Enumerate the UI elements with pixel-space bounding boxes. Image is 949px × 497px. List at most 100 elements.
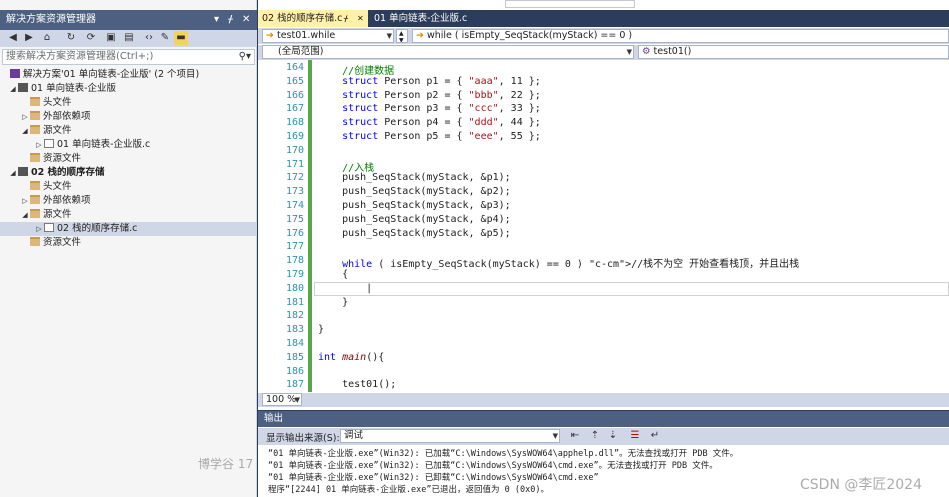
tree-node-sources[interactable]: ◢ 源文件 [20,124,72,138]
line-number: 185 [285,351,304,363]
folder-icon [30,97,40,106]
tree-node-label: 头文件 [43,97,72,108]
block-scope-dropdown[interactable]: ➔ while ( isEmpty_SeqStack(myStack) == 0… [412,29,949,43]
tree-node-label: 外部依赖项 [43,195,91,206]
expand-icon[interactable]: ▷ [34,222,44,236]
expand-icon[interactable]: ▷ [34,138,44,152]
output-line: “01 单向链表-企业版.exe”(Win32): 已加载“C:\Windows… [268,461,718,471]
tab-02-file[interactable]: 02 栈的顺序存储.c ᚋ ✕ [258,10,368,27]
code-line: struct Person p3 = { "ccc", 33 }; [342,103,541,115]
output-line: 程序“[2244] 01 单向链表-企业版.exe”已退出，返回值为 0 (0x… [268,485,549,495]
expand-icon[interactable]: ◢ [8,82,18,96]
preview-icon[interactable]: ▬ [174,31,188,45]
tree-node-file-02[interactable]: ▷ 02 栈的顺序存储.c [0,222,256,236]
tree-node-label: 资源文件 [43,153,82,164]
arrow-right-icon: ➔ [416,30,427,41]
zoom-dropdown[interactable]: 100 % ▼ [262,393,302,406]
next-message-icon[interactable]: ⇣ [606,429,620,443]
tree-node-resources[interactable]: 资源文件 [30,152,81,166]
code-line: //入栈 [318,162,375,174]
chevron-down-icon: ▼ [552,432,558,440]
word-wrap-icon[interactable]: ↵ [648,429,662,443]
solution-search-input[interactable]: 搜索解决方案资源管理器(Ctrl+;) ⚲▾ [2,49,255,65]
back-icon[interactable]: ◀ [6,31,20,45]
line-number: 174 [285,200,304,211]
code-line: //创建数据 [318,66,395,77]
search-icon[interactable]: ⚲▾ [239,50,251,64]
quick-launch-box[interactable] [505,0,635,8]
tree-node-solution[interactable]: 解决方案'01 单向链表-企业版' (2 个项目) [10,68,199,82]
close-icon[interactable]: ✕ [242,10,250,30]
tree-node-sources[interactable]: ◢ 源文件 [20,208,72,222]
close-icon[interactable]: ✕ [357,10,364,27]
method-icon: ⚙ [642,46,654,57]
global-scope-dropdown[interactable]: (全局范围) ▼ [262,45,634,59]
prev-message-icon[interactable]: ⇡ [588,429,602,443]
tree-node-resources[interactable]: 资源文件 [30,236,81,250]
tab-01-file[interactable]: 01 单向链表-企业版.c [370,10,490,27]
line-number-gutter: 164 165 166 167 168 169 170 171 172 173 174 175 176 1… [258,60,308,392]
expand-icon[interactable]: ▷ [20,110,30,124]
clear-all-icon[interactable]: ☰ [628,429,642,443]
line-number: 182 [285,310,304,322]
sync-icon[interactable]: ↻ [64,31,78,45]
chevron-down-icon[interactable]: ▼ [399,35,404,42]
editor-status-bar: 100 % ▼ [258,393,949,407]
line-number: 164 [285,62,304,73]
folder-icon [30,195,40,204]
folder-icon [30,237,40,246]
expand-icon[interactable]: ◢ [20,208,30,222]
expand-icon[interactable]: ◢ [8,166,18,180]
document-tabs: 02 栈的顺序存储.c ᚋ ✕ 01 单向链表-企业版.c [258,10,949,27]
tree-node-label: 02 栈的顺序存储 [31,167,105,178]
line-number: 179 [285,269,304,280]
chevron-down-icon: ▼ [294,396,300,404]
line-number: 165 [285,75,304,87]
tree-node-label: 外部依赖项 [43,111,91,122]
function-scope-dropdown[interactable]: ➔ test01.while ▼ [262,29,394,43]
view-code-icon[interactable]: ‹› [142,31,156,45]
navigation-bar: ➔ test01.while ▼ ▲ ▼ ➔ while ( isEmpty_Seq… [258,28,949,44]
code-line: | [318,282,373,294]
line-number: 183 [285,324,304,336]
change-tracking-margin [308,60,312,392]
find-message-icon[interactable]: ⇤ [568,429,582,443]
global-scope-value: (全局范围) [278,46,324,57]
tree-node-external-deps[interactable]: ▷ 外部依赖项 [20,110,91,124]
pin-icon[interactable]: ᚋ [228,10,233,30]
output-source-dropdown[interactable]: 调试 ▼ [340,429,560,443]
block-scope-value: while ( isEmpty_SeqStack(myStack) == 0 ) [426,30,633,41]
member-dropdown[interactable]: ⚙ test01() [638,45,949,59]
show-all-files-icon[interactable]: ▤ [122,31,136,45]
code-line: push_SeqStack(myStack, &p1); [318,172,511,184]
dropdown-icon[interactable]: ▾ [214,10,219,30]
expand-icon[interactable]: ▷ [20,194,30,208]
properties-icon[interactable]: ✎ [158,31,172,45]
tree-node-external-deps[interactable]: ▷ 外部依赖项 [20,194,91,208]
solution-icon [10,69,20,78]
line-number: 172 [285,172,304,184]
forward-icon[interactable]: ▶ [22,31,36,45]
home-icon[interactable]: ⌂ [40,31,54,45]
tree-node-label: 源文件 [43,125,72,136]
code-line: test01(); [318,379,397,391]
tree-node-project-01[interactable]: ◢ 01 单向链表-企业版 [8,82,116,96]
collapse-all-icon[interactable]: ▣ [104,31,118,45]
folder-icon [30,153,40,162]
tree-node-label: 01 单向链表-企业版.c [57,139,151,150]
tree-node-label: 01 单向链表-企业版 [31,83,117,94]
tree-node-project-02[interactable]: ◢ 02 栈的顺序存储 [8,166,105,180]
scope-spinner[interactable]: ▲ ▼ [396,29,408,43]
code-line: int main(){ [318,351,385,363]
output-title: 输出 [258,411,949,427]
expand-icon[interactable]: ◢ [20,124,30,138]
chevron-down-icon: ▼ [386,32,392,40]
member-value: test01() [653,46,692,57]
tree-node-headers[interactable]: 头文件 [30,180,72,194]
tree-node-headers[interactable]: 头文件 [30,96,72,110]
code-area[interactable]: //创建数据 struct Person p1 = { "aaa", 11 };… [314,60,949,392]
tree-node-file-01[interactable]: ▷ 01 单向链表-企业版.c [34,138,150,152]
arrow-right-icon: ➔ [266,30,277,41]
refresh-icon[interactable]: ⟳ [84,31,98,45]
pin-icon[interactable]: ᚋ [344,10,348,27]
